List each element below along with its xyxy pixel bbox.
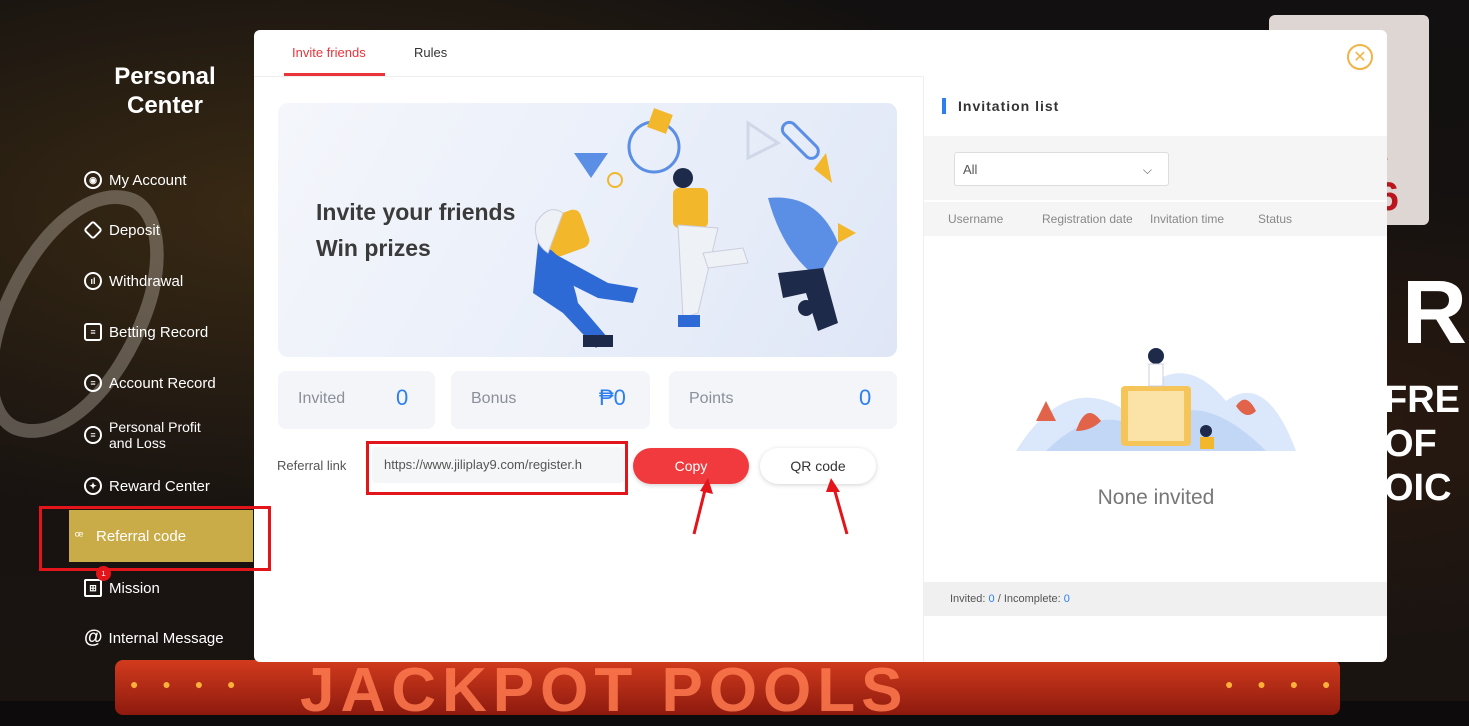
background-letter: R	[1402, 263, 1469, 363]
dancing-people-illustration	[533, 108, 856, 348]
column-invitation-time: Invitation time	[1150, 212, 1225, 226]
invite-banner: Invite your friends Win prizes	[278, 103, 897, 357]
sidebar-item-withdrawal[interactable]: ıl Withdrawal	[84, 266, 183, 296]
empty-state-illustration	[1016, 348, 1296, 451]
invite-modal: Invite friends Rules ✕ Invite your frien…	[254, 30, 1387, 662]
betting-record-icon: ≡	[84, 323, 102, 341]
bonus-stat: Bonus ₱0	[451, 371, 650, 429]
at-icon: @	[84, 627, 103, 648]
tab-invite-friends[interactable]: Invite friends	[292, 45, 366, 60]
invitation-list-title: Invitation list	[958, 98, 1060, 114]
gift-icon: ⊞	[84, 579, 102, 597]
tab-rules[interactable]: Rules	[414, 45, 447, 60]
light-dots: ● ● ● ●	[1225, 676, 1341, 692]
close-icon[interactable]: ✕	[1347, 44, 1373, 70]
profit-loss-icon: ≡	[84, 426, 102, 444]
qr-code-button[interactable]: QR code	[760, 448, 876, 484]
sidebar-item-deposit[interactable]: Deposit	[83, 215, 160, 245]
sidebar-item-my-account[interactable]: ◉ My Account	[84, 165, 187, 195]
invited-label: Invited	[298, 390, 346, 407]
sidebar-item-account-record[interactable]: ≡ Account Record	[84, 368, 216, 398]
link-highlight-box	[366, 441, 628, 495]
invited-value: 0	[396, 385, 409, 410]
arrow-icon	[692, 478, 713, 535]
invitation-table-header: Username Registration date Invitation ti…	[924, 202, 1387, 236]
bonus-value: ₱0	[599, 385, 626, 410]
background-right-text: FRE OF OIC	[1384, 379, 1460, 509]
personal-center-sidebar: Personal Center ◉ My Account Deposit ıl …	[0, 0, 255, 701]
sidebar-item-profit-loss[interactable]: ≡ Personal Profit and Loss	[84, 417, 201, 453]
points-value: 0	[859, 385, 872, 410]
reward-icon: ✦	[84, 477, 102, 495]
points-label: Points	[689, 390, 734, 407]
active-tab-indicator	[284, 73, 385, 76]
sidebar-item-mission[interactable]: ⊞ Mission	[84, 573, 160, 603]
bonus-label: Bonus	[471, 390, 517, 407]
status-filter-select[interactable]: All ⌵	[954, 152, 1169, 186]
deposit-icon	[83, 220, 103, 240]
referral-highlight-box	[39, 506, 271, 571]
invited-stat: Invited 0	[278, 371, 435, 429]
invitation-summary: Invited: 0 / Incomplete: 0	[924, 582, 1387, 616]
incomplete-count: 0	[1063, 593, 1070, 605]
account-record-icon: ≡	[84, 374, 102, 392]
sidebar-item-internal-message[interactable]: @ Internal Message	[84, 623, 224, 653]
column-status: Status	[1258, 212, 1293, 226]
empty-state-text: None invited	[1097, 486, 1215, 509]
withdrawal-icon: ıl	[84, 272, 102, 290]
chevron-down-icon: ⌵	[1142, 163, 1152, 177]
points-stat: Points 0	[669, 371, 897, 429]
title-accent-bar	[942, 98, 946, 114]
tab-bar: Invite friends Rules	[254, 30, 924, 77]
column-registration-date: Registration date	[1042, 212, 1133, 226]
column-username: Username	[948, 212, 1004, 226]
account-icon: ◉	[84, 171, 102, 189]
arrow-icon	[826, 478, 849, 535]
sidebar-title: Personal Center	[114, 63, 216, 119]
sidebar-item-reward-center[interactable]: ✦ Reward Center	[84, 471, 210, 501]
referral-link-label: Referral link	[277, 458, 347, 473]
sidebar-item-betting-record[interactable]: ≡ Betting Record	[84, 317, 208, 347]
invited-count: 0	[988, 593, 995, 605]
jackpot-text: JACKPOT POOLS	[300, 656, 909, 725]
invitation-list-panel: Invitation list All ⌵ Username Registrat…	[923, 76, 1387, 662]
